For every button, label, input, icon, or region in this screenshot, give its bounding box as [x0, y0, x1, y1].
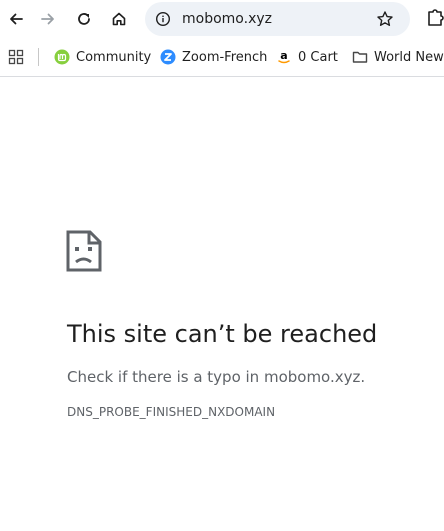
- extensions-button[interactable]: [424, 8, 444, 30]
- folder-icon: [352, 49, 368, 65]
- apps-grid-icon: [8, 49, 24, 65]
- bookmarks-separator: [38, 48, 39, 66]
- bookmark-label: Zoom-French: [182, 49, 268, 65]
- zoom-icon: [160, 49, 176, 65]
- puzzle-icon: [428, 9, 444, 26]
- error-code: DNS_PROBE_FINISHED_NXDOMAIN: [67, 405, 276, 419]
- sad-page-icon: [66, 230, 102, 272]
- bookmarks-bar: Community Zoom-French a 0 Cart World New…: [0, 38, 444, 77]
- error-description: Check if there is a typo in mobomo.xyz.: [67, 368, 366, 386]
- svg-text:a: a: [280, 49, 287, 62]
- url-text[interactable]: mobomo.xyz: [182, 10, 272, 28]
- reload-icon: [78, 13, 90, 25]
- amazon-icon: a: [276, 49, 292, 65]
- bookmark-zoom-french[interactable]: Zoom-French: [160, 46, 267, 68]
- bookmark-community[interactable]: Community: [54, 46, 151, 68]
- error-title: This site can’t be reached: [67, 320, 378, 348]
- info-icon[interactable]: [153, 9, 173, 29]
- arrow-left-icon: [10, 13, 23, 25]
- error-page: This site can’t be reached Check if ther…: [0, 77, 444, 531]
- bookmark-label: World News: [374, 49, 444, 65]
- bookmark-label: Community: [76, 49, 152, 65]
- home-icon: [112, 12, 126, 26]
- bookmark-cart[interactable]: a 0 Cart: [276, 46, 338, 68]
- linux-mint-icon: [54, 49, 70, 65]
- bookmark-folder-world-news[interactable]: World News: [352, 46, 444, 68]
- star-icon[interactable]: [375, 9, 395, 29]
- address-bar[interactable]: mobomo.xyz: [145, 2, 410, 36]
- reload-button[interactable]: [68, 3, 100, 35]
- apps-button[interactable]: [6, 47, 26, 67]
- browser-toolbar: mobomo.xyz: [0, 0, 444, 38]
- home-button[interactable]: [103, 3, 135, 35]
- bookmark-label: 0 Cart: [298, 49, 338, 65]
- forward-button[interactable]: [32, 3, 64, 35]
- back-button[interactable]: [0, 3, 32, 35]
- arrow-right-icon: [41, 13, 54, 25]
